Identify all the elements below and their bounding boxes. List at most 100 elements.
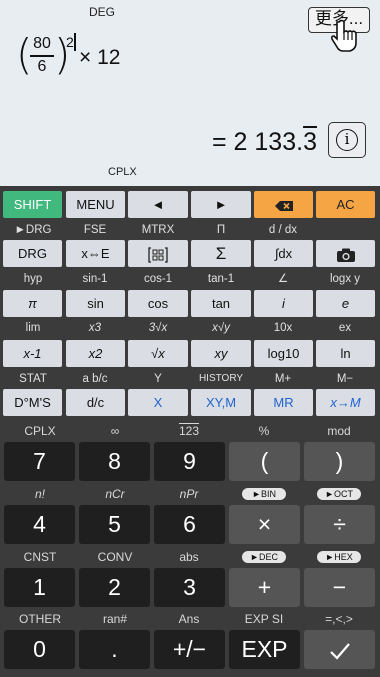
digit-9-key[interactable]: 9	[154, 442, 225, 481]
square-key[interactable]: x2	[66, 340, 125, 367]
label-arctan: tan-1	[207, 273, 235, 285]
display-panel: DEG 更多... ( 80 6 ) 2 × 12 = 2 133.3 i CP…	[0, 0, 380, 186]
label-nth-root: x√y	[212, 322, 230, 334]
shift-key[interactable]: SHIFT	[3, 191, 62, 218]
digit-4-key[interactable]: 4	[4, 505, 75, 544]
exponent: 2	[66, 34, 74, 50]
matrix-key[interactable]	[128, 240, 188, 267]
imaginary-key[interactable]: i	[254, 290, 313, 317]
decimal-point-key[interactable]: .	[79, 630, 150, 669]
label-mod: mod	[327, 424, 351, 438]
label-arccos: cos-1	[143, 273, 173, 285]
label-to-hex: ►HEX	[317, 551, 361, 563]
reciprocal-key[interactable]: x-1	[3, 340, 62, 367]
digit-5-key[interactable]: 5	[79, 505, 150, 544]
cursor-right-key[interactable]: ►	[191, 191, 251, 218]
result: = 2 133.3	[212, 128, 317, 157]
text-cursor	[74, 33, 76, 51]
menu-key[interactable]: MENU	[66, 191, 125, 218]
label-hyp: hyp	[23, 273, 43, 285]
sum-key[interactable]: Σ	[191, 240, 251, 267]
label-product: Π	[216, 224, 226, 236]
label-to-bin: ►BIN	[242, 488, 286, 500]
backspace-key[interactable]	[254, 191, 313, 218]
equals-key[interactable]	[304, 630, 375, 669]
divide-key[interactable]: ÷	[304, 505, 375, 544]
close-paren-key[interactable]: )	[304, 442, 375, 481]
label-exp: ex	[338, 322, 352, 334]
expression-tail: × 12	[79, 46, 121, 69]
keypad: SHIFT MENU ◄ ► AC ►DRG FSE MTRX Π d / dx…	[0, 186, 380, 677]
label-matrix: MTRX	[141, 224, 175, 236]
label-exp-si: EXP SI	[244, 612, 284, 626]
label-abs: abs	[179, 550, 199, 564]
pointer-hand-icon	[330, 19, 357, 52]
label-stat: STAT	[19, 373, 47, 385]
label-mixed-fraction: a b/c	[82, 373, 108, 385]
dms-key[interactable]: D°M'S	[3, 389, 62, 416]
plus-key[interactable]: +	[229, 568, 300, 607]
label-cube: x3	[88, 322, 102, 334]
minus-key[interactable]: −	[304, 568, 375, 607]
ln-key[interactable]: ln	[316, 340, 375, 367]
multiply-key[interactable]: ×	[229, 505, 300, 544]
label-angle: ∠	[277, 273, 289, 285]
label-derivative: d / dx	[268, 224, 298, 236]
label-to-drg: ►DRG	[14, 224, 52, 236]
label-y: Y	[154, 373, 162, 385]
label-cplx: CPLX	[24, 424, 56, 438]
label-infinity: ∞	[110, 424, 120, 438]
label-limit: lim	[25, 322, 41, 334]
drg-key[interactable]: DRG	[3, 240, 62, 267]
integral-key[interactable]: ∫dx	[254, 240, 313, 267]
label-arcsin: sin-1	[82, 273, 108, 285]
label-m-plus: M+	[274, 373, 292, 385]
cos-key[interactable]: cos	[128, 290, 188, 317]
all-clear-key[interactable]: AC	[316, 191, 375, 218]
log10-key[interactable]: log10	[254, 340, 313, 367]
info-button[interactable]: i	[328, 122, 366, 158]
fraction-numerator: 80	[33, 35, 51, 52]
xym-key[interactable]: XY,M	[191, 389, 251, 416]
exp-key[interactable]: EXP	[229, 630, 300, 669]
label-fse: FSE	[83, 224, 107, 236]
digit-7-key[interactable]: 7	[4, 442, 75, 481]
digit-2-key[interactable]: 2	[79, 568, 150, 607]
label-ncr: nCr	[105, 487, 125, 501]
x-e-swap-key[interactable]: x⇔E	[66, 240, 125, 267]
label-npr: nPr	[179, 487, 199, 501]
complex-mode-indicator: CPLX	[108, 166, 137, 178]
angle-mode-indicator: DEG	[89, 5, 116, 19]
fraction-denominator: 6	[37, 58, 47, 75]
label-overline: 123	[178, 424, 200, 438]
digit-6-key[interactable]: 6	[154, 505, 225, 544]
x-variable-key[interactable]: X	[128, 389, 188, 416]
label-ans: Ans	[178, 612, 200, 626]
label-convert: CONV	[97, 550, 133, 564]
camera-icon	[336, 248, 355, 262]
camera-key[interactable]	[316, 240, 375, 267]
negate-key[interactable]: +/−	[154, 630, 225, 669]
sqrt-key[interactable]: √x	[128, 340, 188, 367]
backspace-icon	[274, 200, 293, 211]
euler-e-key[interactable]: e	[316, 290, 375, 317]
label-percent: %	[258, 424, 270, 438]
digit-3-key[interactable]: 3	[154, 568, 225, 607]
open-paren-key[interactable]: (	[229, 442, 300, 481]
digit-0-key[interactable]: 0	[4, 630, 75, 669]
digit-1-key[interactable]: 1	[4, 568, 75, 607]
sin-key[interactable]: sin	[66, 290, 125, 317]
store-to-memory-key[interactable]: x→M	[316, 389, 375, 416]
pi-key[interactable]: π	[3, 290, 62, 317]
digit-8-key[interactable]: 8	[79, 442, 150, 481]
memory-recall-key[interactable]: MR	[254, 389, 313, 416]
fraction-bar	[30, 55, 54, 57]
fraction-key[interactable]: d/c	[66, 389, 125, 416]
cursor-left-key[interactable]: ◄	[128, 191, 188, 218]
label-to-oct: ►OCT	[317, 488, 361, 500]
matrix-icon	[148, 246, 168, 263]
label-m-minus: M−	[336, 373, 354, 385]
power-key[interactable]: xy	[191, 340, 251, 367]
checkmark-icon	[329, 643, 350, 660]
tan-key[interactable]: tan	[191, 290, 251, 317]
